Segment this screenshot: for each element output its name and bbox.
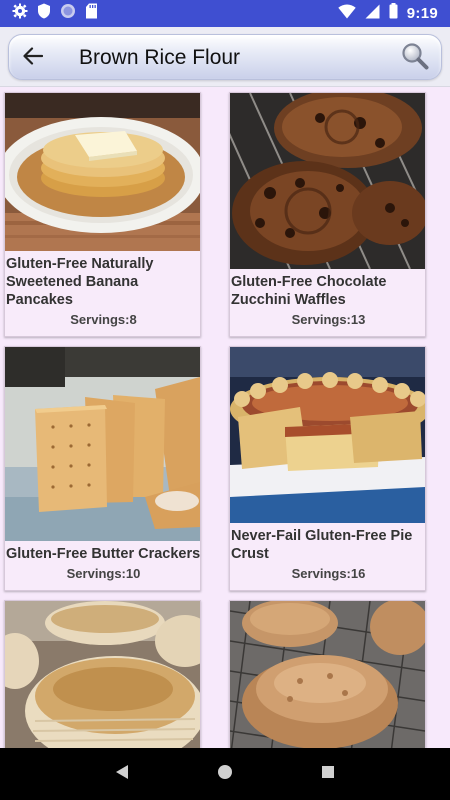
recipe-title: Gluten-Free Butter Crackers: [6, 546, 201, 562]
recipe-card[interactable]: Gluten-Free Naturally Sweetened Banana P…: [4, 92, 201, 337]
status-bar: 9:19: [0, 0, 450, 27]
magnifier-icon: [401, 42, 429, 75]
recipe-servings: Servings:10: [66, 566, 141, 581]
recipe-title: Gluten-Free Chocolate Zucchini Waffles: [231, 274, 387, 308]
nav-home-button[interactable]: [215, 764, 235, 784]
signal-icon: [365, 4, 380, 24]
recipe-grid: Gluten-Free Naturally Sweetened Banana P…: [0, 88, 450, 748]
sd-card-icon: [85, 3, 98, 24]
nav-recents-button[interactable]: [318, 764, 338, 784]
recipe-title: Never-Fail Gluten-Free Pie Crust: [231, 528, 413, 562]
back-triangle-icon: [115, 764, 129, 785]
recipe-card[interactable]: Never-Fail Gluten-Free Pie Crust Serving…: [229, 346, 426, 591]
navigation-bar: [0, 748, 450, 800]
back-button[interactable]: [19, 44, 47, 72]
recipe-servings: Servings:16: [291, 566, 366, 581]
recipe-image: [5, 93, 200, 251]
recipe-servings: Servings:13: [291, 312, 366, 327]
recents-square-icon: [321, 765, 335, 784]
recipe-card[interactable]: [229, 600, 426, 748]
recipe-image: [5, 347, 200, 541]
status-time: 9:19: [406, 5, 438, 22]
search-button[interactable]: [399, 42, 431, 74]
gear-icon: [12, 3, 28, 24]
home-circle-icon: [217, 764, 233, 785]
page-title: Brown Rice Flour: [79, 46, 241, 69]
recipe-image: [230, 601, 425, 748]
nav-back-button[interactable]: [112, 764, 132, 784]
recipe-image: [230, 93, 425, 269]
status-right-icons: 9:19: [338, 3, 438, 24]
recipe-servings: Servings:8: [70, 312, 137, 327]
battery-icon: [389, 3, 398, 24]
app-header: Brown Rice Flour: [0, 27, 450, 87]
search-bar: Brown Rice Flour: [8, 34, 442, 80]
recipe-image: [230, 347, 425, 523]
circle-icon: [60, 3, 76, 24]
recipe-title: Gluten-Free Naturally Sweetened Banana P…: [6, 256, 154, 308]
wifi-icon: [338, 3, 356, 24]
recipe-card[interactable]: [4, 600, 201, 748]
shield-icon: [37, 3, 51, 24]
status-left-icons: [12, 3, 98, 24]
recipe-card[interactable]: Gluten-Free Chocolate Zucchini Waffles S…: [229, 92, 426, 337]
arrow-left-icon: [23, 46, 44, 70]
recipe-image: [5, 601, 200, 748]
recipe-card[interactable]: Gluten-Free Butter Crackers Servings:10: [4, 346, 201, 591]
